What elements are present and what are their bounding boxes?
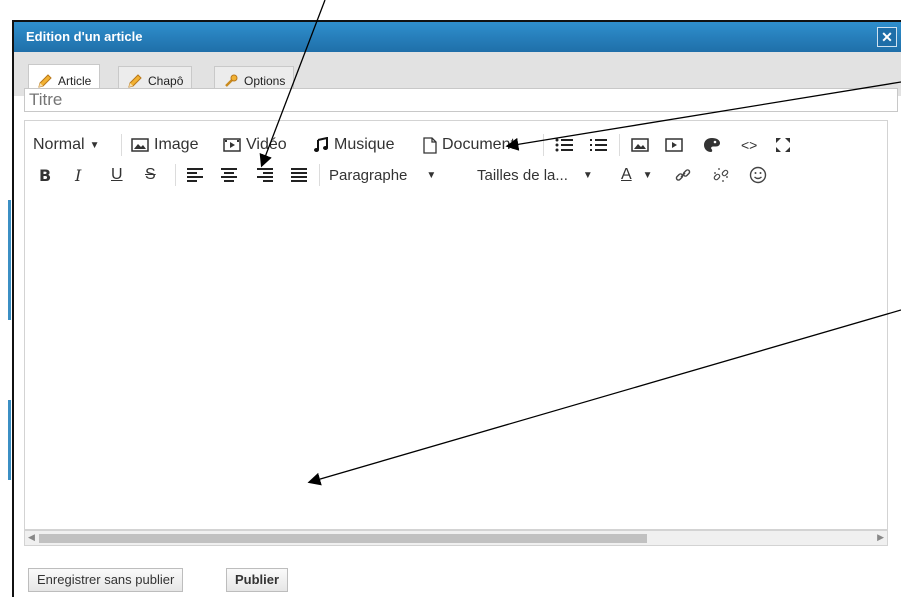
justify-button[interactable] [291,168,307,182]
toolbar-separator [121,134,122,156]
scroll-left-arrow-icon[interactable]: ◀ [28,532,35,543]
paragraph-select-value: Paragraphe [329,166,408,184]
bold-icon: B [39,165,52,185]
dialog-titlebar[interactable]: Edition d'un article ✕ [14,22,901,52]
close-button[interactable]: ✕ [877,27,897,47]
link-icon [675,167,691,183]
toolbar-row-2: B I U S Paragraphe ▼ Tailles de la... ▼ … [25,161,899,189]
insert-document-label: Document [442,136,515,153]
editor-toolbar: Normal ▼ Image Vidéo Musique Document <>… [24,120,888,200]
unlink-button[interactable] [713,167,729,183]
align-center-button[interactable] [221,168,237,182]
insert-document-button[interactable]: Document [423,136,515,154]
music-icon [313,137,329,153]
pencil-icon [127,73,143,89]
wrench-icon [223,73,239,89]
toolbar-separator [175,164,176,186]
pencil-icon [37,73,53,89]
align-right-icon [257,168,273,182]
background-accent-mark [8,200,11,320]
background-accent-mark [8,400,11,480]
insert-video-button[interactable]: Vidéo [223,136,287,154]
insert-image-label: Image [154,136,199,153]
caret-down-icon: ▼ [582,169,593,181]
unlink-icon [713,167,729,183]
link-button[interactable] [675,167,691,183]
paragraph-select[interactable]: Paragraphe ▼ [329,167,436,184]
italic-icon: I [75,165,82,185]
font-size-select[interactable]: Tailles de la... ▼ [477,167,593,184]
code-icon: <> [741,137,758,153]
format-select[interactable]: Normal ▼ [33,136,99,154]
fullscreen-icon [775,137,791,153]
article-title-input[interactable] [24,88,898,112]
text-color-icon: A [621,166,632,183]
format-select-value: Normal [33,136,85,153]
caret-down-icon: ▼ [426,169,437,181]
theme-button[interactable] [703,137,721,153]
caret-down-icon: ▼ [642,169,653,181]
align-right-button[interactable] [257,168,273,182]
bold-button[interactable]: B [39,166,51,185]
toolbar-separator [319,164,320,186]
horizontal-scrollbar[interactable]: ◀ ▶ [24,530,888,546]
save-without-publishing-button[interactable]: Enregistrer sans publier [28,568,184,592]
bulleted-list-button[interactable] [555,137,573,153]
strikethrough-button[interactable]: S [145,166,156,184]
scroll-right-arrow-icon[interactable]: ▶ [877,532,884,543]
image-icon [131,138,149,152]
video-icon [223,138,241,152]
image-icon [631,138,649,152]
source-code-button[interactable]: <> [741,137,757,153]
toolbar-separator [543,134,544,156]
bulleted-list-icon [555,137,573,153]
align-left-icon [187,168,203,182]
align-center-icon [221,168,237,182]
align-left-button[interactable] [187,168,203,182]
video-icon [665,138,683,152]
underline-icon: U [111,166,123,183]
toolbar-row-1: Normal ▼ Image Vidéo Musique Document <> [25,131,899,159]
emoji-button[interactable] [749,166,767,184]
italic-button[interactable]: I [75,166,81,185]
numbered-list-icon [589,137,607,153]
insert-music-label: Musique [334,136,395,153]
strikethrough-icon: S [145,166,156,183]
smiley-icon [749,166,767,184]
image-gallery-button[interactable] [631,138,649,152]
text-color-button[interactable]: A ▼ [621,166,653,184]
toolbar-separator [619,134,620,156]
caret-down-icon: ▼ [89,139,100,151]
document-icon [423,136,437,154]
insert-music-button[interactable]: Musique [313,136,394,154]
media-embed-button[interactable] [665,138,683,152]
dialog-title: Edition d'un article [26,29,143,44]
underline-button[interactable]: U [111,166,123,184]
editor-content-area[interactable] [24,198,888,530]
insert-image-button[interactable]: Image [131,136,198,154]
publish-button[interactable]: Publier [226,568,289,592]
font-size-select-value: Tailles de la... [477,166,568,184]
palette-icon [703,137,721,153]
insert-video-label: Vidéo [246,136,287,153]
numbered-list-button[interactable] [589,137,607,153]
align-justify-icon [291,168,307,182]
fullscreen-button[interactable] [775,137,791,153]
scrollbar-thumb[interactable] [39,534,647,543]
